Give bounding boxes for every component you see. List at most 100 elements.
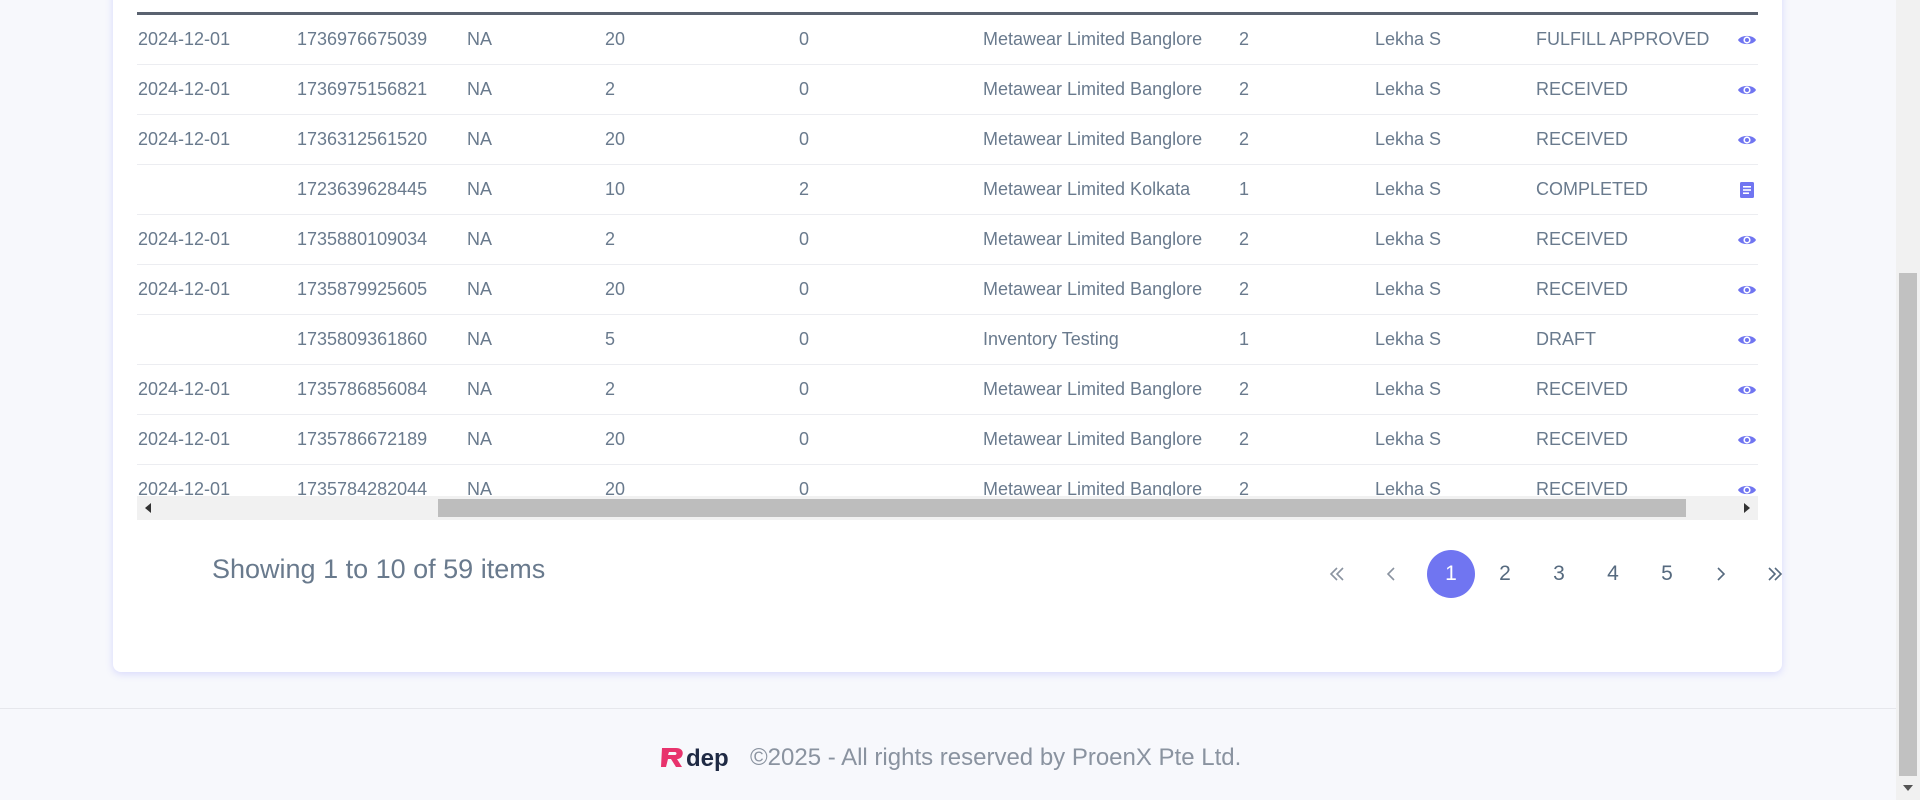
pagination-info: Showing 1 to 10 of 59 items [212, 554, 546, 584]
count-cell: 2 [1239, 29, 1250, 49]
quantity-cell: 20 [605, 279, 626, 299]
document-action-button[interactable] [1737, 180, 1757, 200]
status-cell: RECEIVED [1536, 279, 1629, 299]
value-cell: 0 [799, 329, 810, 349]
status-cell: RECEIVED [1536, 429, 1629, 449]
table-row: 2024-12-01 1735786672189 NA 20 0 Metawear Lim… [137, 415, 1758, 465]
date-cell: 2024-12-01 [138, 79, 231, 99]
table-row: 2024-12-01 1736975156821 NA 2 0 Metawear Limi… [137, 65, 1758, 115]
eye-action-button[interactable] [1737, 230, 1757, 250]
status-cell: RECEIVED [1536, 129, 1629, 149]
page-button-1[interactable]: 1 [1427, 550, 1475, 598]
status-cell: RECEIVED [1536, 229, 1629, 249]
last-page-icon [1768, 567, 1783, 581]
horizontal-scrollbar[interactable] [137, 496, 1758, 520]
status-cell: DRAFT [1536, 329, 1596, 349]
user-cell: Lekha S [1375, 179, 1442, 199]
page-button-2[interactable]: 2 [1481, 550, 1529, 598]
location-cell: Metawear Limited Banglore [983, 129, 1203, 149]
eye-action-button[interactable] [1737, 30, 1757, 50]
count-cell: 1 [1239, 179, 1250, 199]
count-cell: 1 [1239, 329, 1250, 349]
status-cell: COMPLETED [1536, 179, 1649, 199]
page-button-3[interactable]: 3 [1535, 550, 1583, 598]
table-card: 2024-12-01 1736976675039 NA 20 0 Metawear Lim… [113, 0, 1783, 672]
vertical-scrollbar[interactable] [1896, 0, 1920, 800]
rdep-logo: dep [661, 745, 729, 772]
scroll-right-button[interactable] [1734, 496, 1758, 520]
page-button-4[interactable]: 4 [1589, 550, 1637, 598]
eye-action-button[interactable] [1737, 80, 1757, 100]
first-page-button[interactable] [1313, 550, 1361, 598]
na-cell: NA [467, 179, 493, 199]
na-cell: NA [467, 329, 493, 349]
count-cell: 2 [1239, 429, 1250, 449]
prev-page-icon [1386, 567, 1395, 581]
quantity-cell: 10 [605, 179, 626, 199]
id-cell: 1735879925605 [297, 279, 428, 299]
scroll-down-button[interactable] [1896, 776, 1920, 800]
quantity-cell: 2 [605, 379, 616, 399]
table-scroll-area: 2024-12-01 1736976675039 NA 20 0 Metawear Lim… [137, 12, 1758, 520]
eye-action-button[interactable] [1737, 380, 1757, 400]
eye-icon [1737, 84, 1757, 104]
user-cell: Lekha S [1375, 279, 1442, 299]
page-footer: dep ©2025 - All rights reserved by Proen… [660, 740, 1241, 776]
id-cell: 1736976675039 [297, 29, 428, 49]
eye-action-button[interactable] [1737, 280, 1757, 300]
user-cell: Lekha S [1375, 79, 1442, 99]
first-page-icon [1329, 567, 1344, 581]
eye-action-button[interactable] [1737, 130, 1757, 150]
count-cell: 2 [1239, 379, 1250, 399]
na-cell: NA [467, 379, 493, 399]
horizontal-scrollbar-thumb[interactable] [438, 499, 1686, 517]
last-page-button[interactable] [1751, 550, 1799, 598]
location-cell: Metawear Limited Banglore [983, 279, 1203, 299]
table-row: 2024-12-01 1736976675039 NA 20 0 Metawear Lim… [137, 15, 1758, 65]
prev-page-button[interactable] [1367, 550, 1415, 598]
count-cell: 2 [1239, 79, 1250, 99]
date-cell: 2024-12-01 [138, 29, 231, 49]
location-cell: Metawear Limited Banglore [983, 79, 1203, 99]
na-cell: NA [467, 29, 493, 49]
user-cell: Lekha S [1375, 329, 1442, 349]
location-cell: Metawear Limited Banglore [983, 379, 1203, 399]
eye-icon [1737, 334, 1757, 354]
quantity-cell: 5 [605, 329, 616, 349]
vertical-scrollbar-thumb[interactable] [1899, 273, 1917, 776]
value-cell: 0 [799, 279, 810, 299]
svg-text:dep: dep [686, 745, 729, 772]
table-row: 2024-12-01 1735786856084 NA 2 0 Metawear Limi… [137, 365, 1758, 415]
eye-action-button[interactable] [1737, 330, 1757, 350]
next-page-icon [1717, 567, 1726, 581]
value-cell: 0 [799, 429, 810, 449]
footer-divider [0, 708, 1896, 709]
arrow-right-icon [1744, 503, 1750, 513]
value-cell: 0 [799, 79, 810, 99]
page-button-5[interactable]: 5 [1643, 550, 1691, 598]
id-cell: 1735786856084 [297, 379, 428, 399]
table-row: 2024-12-01 1735879925605 NA 20 0 Metawear Lim… [137, 265, 1758, 315]
quantity-cell: 20 [605, 129, 626, 149]
na-cell: NA [467, 429, 493, 449]
user-cell: Lekha S [1375, 379, 1442, 399]
user-cell: Lekha S [1375, 229, 1442, 249]
na-cell: NA [467, 129, 493, 149]
id-cell: 1735786672189 [297, 429, 428, 449]
next-page-button[interactable] [1697, 550, 1745, 598]
arrow-down-icon [1903, 785, 1913, 791]
eye-icon [1737, 234, 1757, 254]
scroll-left-button[interactable] [137, 496, 161, 520]
user-cell: Lekha S [1375, 129, 1442, 149]
table-row: 1735809361860 NA 5 0 Inventory Testing 1 Lekha… [137, 315, 1758, 365]
eye-action-button[interactable] [1737, 430, 1757, 450]
quantity-cell: 20 [605, 429, 626, 449]
date-cell: 2024-12-01 [138, 229, 231, 249]
location-cell: Metawear Limited Banglore [983, 29, 1203, 49]
value-cell: 0 [799, 29, 810, 49]
status-cell: RECEIVED [1536, 79, 1629, 99]
arrow-left-icon [145, 503, 151, 513]
id-cell: 1736975156821 [297, 79, 428, 99]
location-cell: Metawear Limited Kolkata [983, 179, 1191, 199]
quantity-cell: 20 [605, 29, 626, 49]
